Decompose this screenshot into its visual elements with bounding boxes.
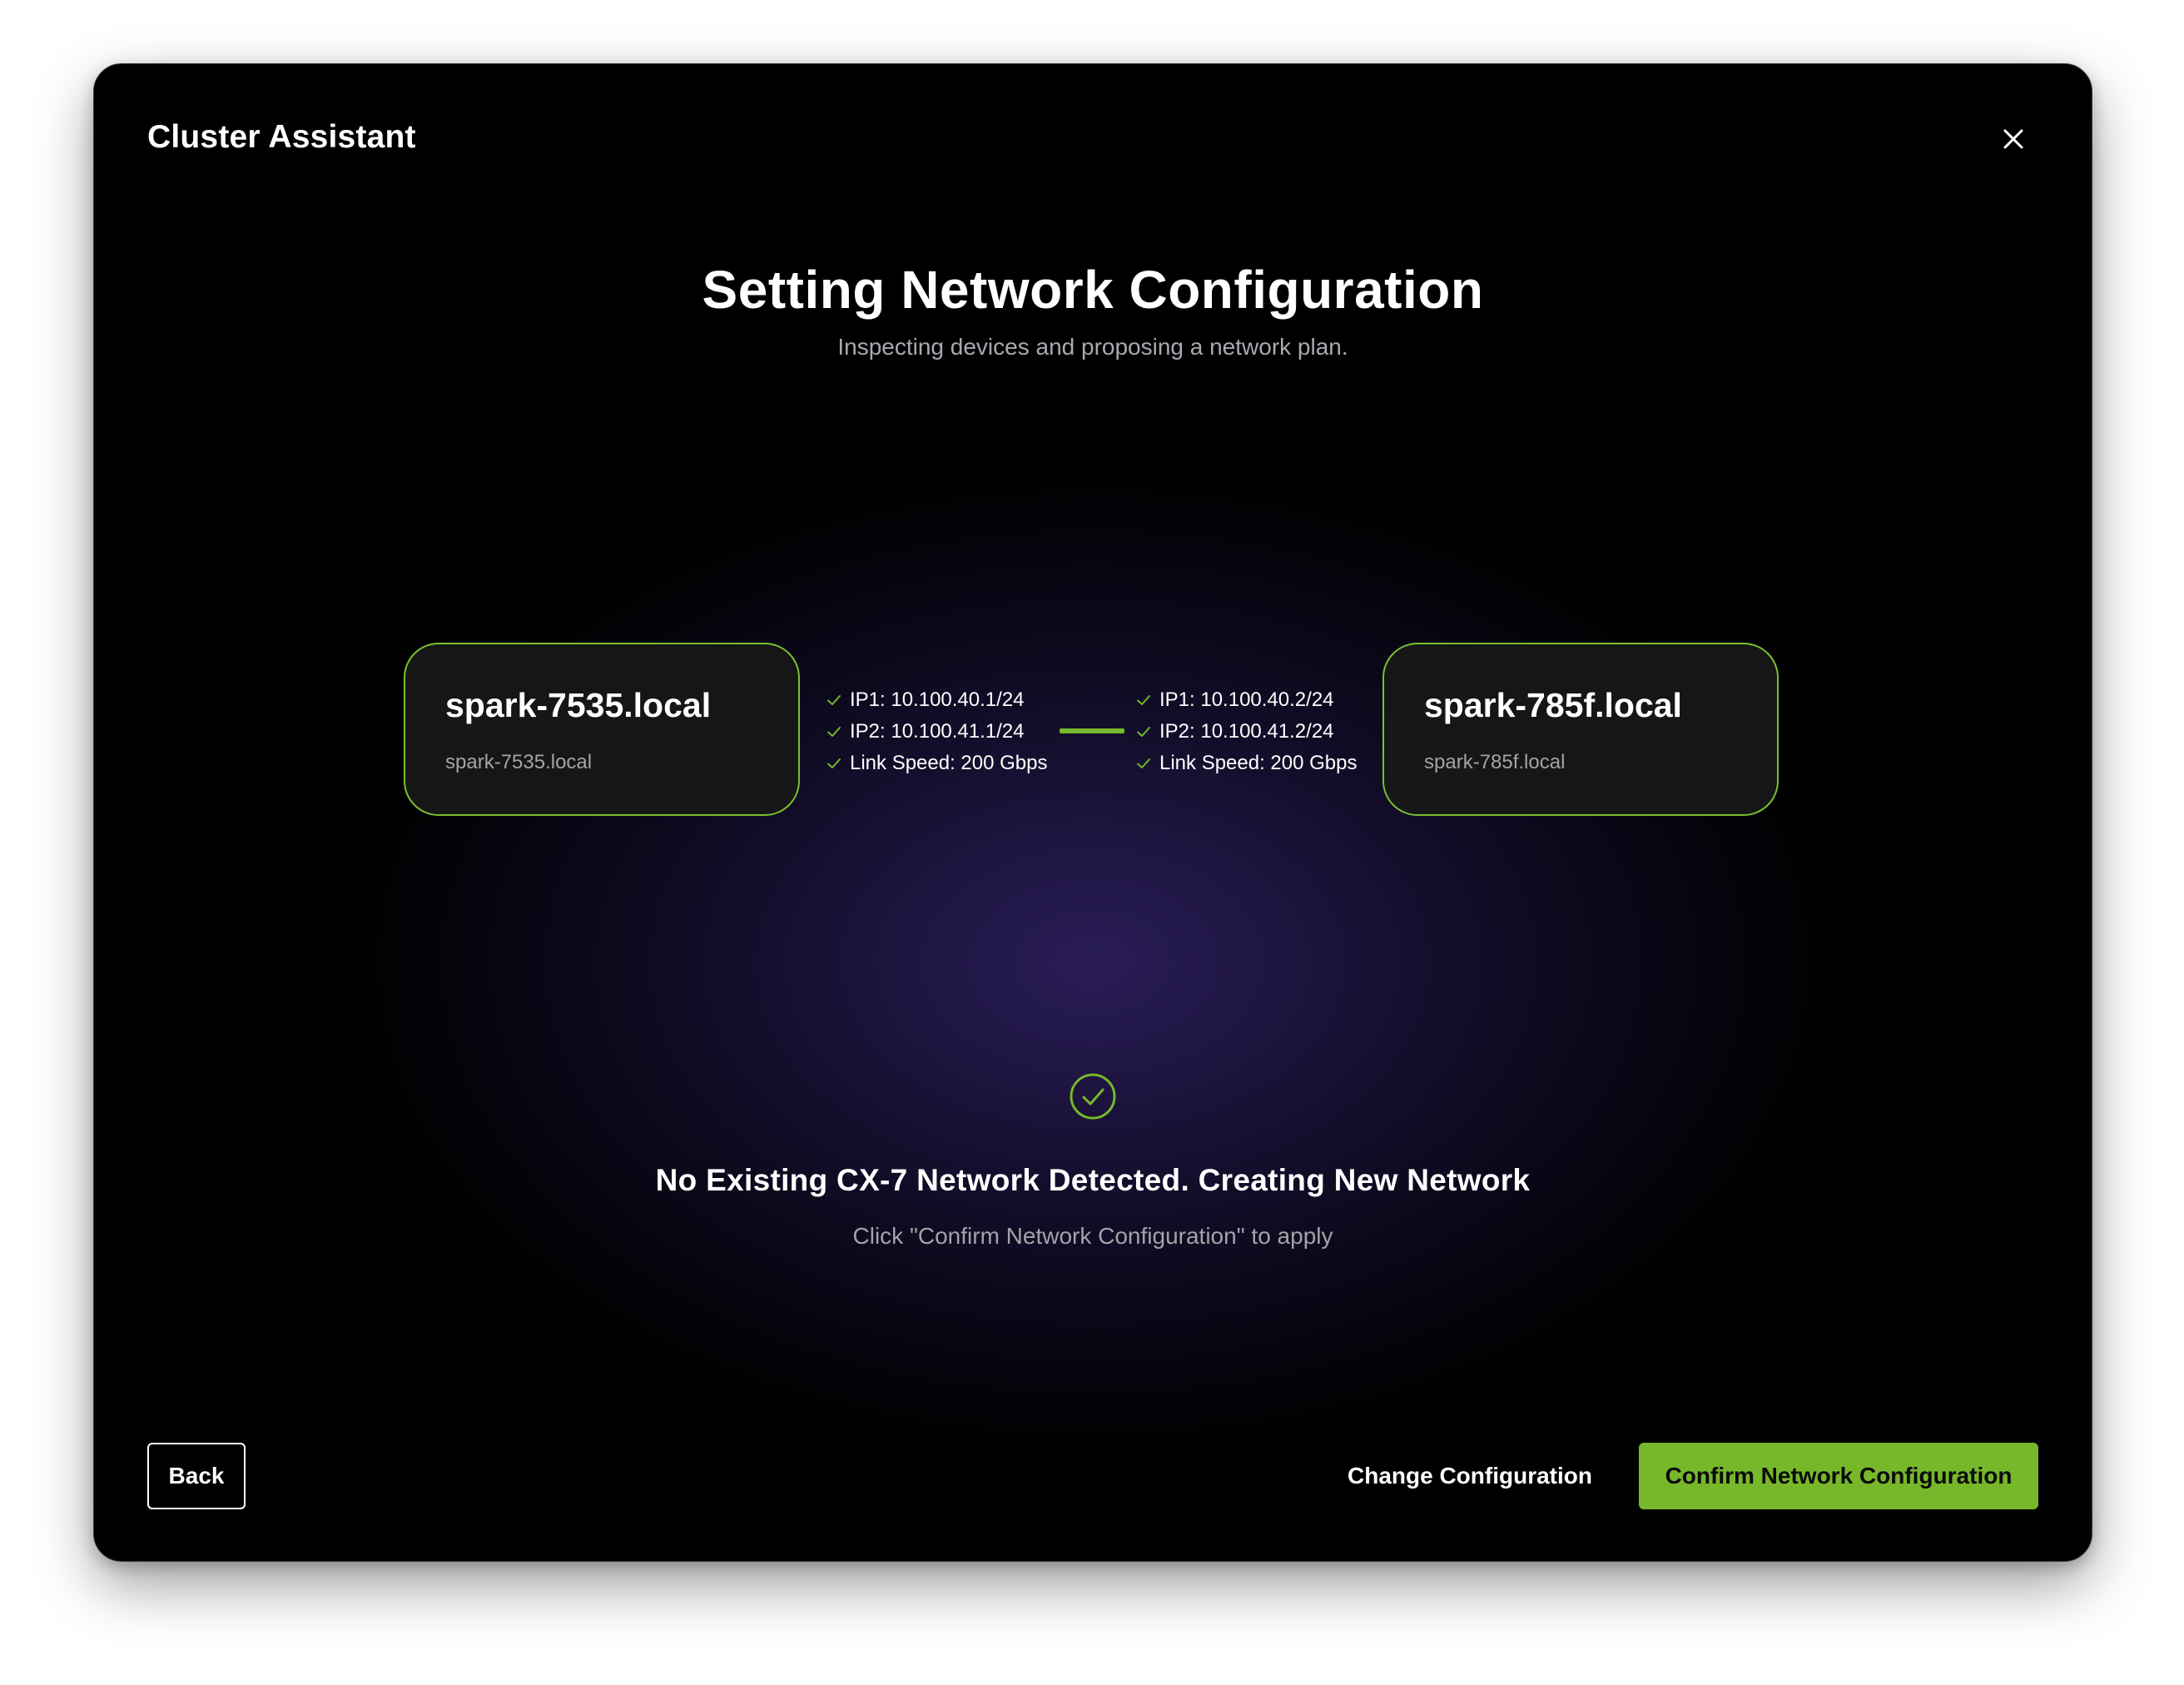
close-button[interactable] bbox=[1993, 119, 2033, 159]
check-icon bbox=[827, 727, 841, 737]
back-button[interactable]: Back bbox=[147, 1443, 246, 1509]
check-icon bbox=[1137, 727, 1150, 737]
check-icon bbox=[827, 695, 841, 705]
node-card-spark-785f: spark-785f.local spark-785f.local bbox=[1382, 643, 1779, 816]
node-spec-list: IP1: 10.100.40.2/24 IP2: 10.100.41.2/24 … bbox=[1134, 684, 1358, 779]
spec-item: Link Speed: 200 Gbps bbox=[1134, 748, 1358, 779]
spec-ip2: IP2: 10.100.41.1/24 bbox=[850, 720, 1025, 743]
page-subtitle: Inspecting devices and proposing a netwo… bbox=[837, 334, 1348, 360]
spec-ip1: IP1: 10.100.40.1/24 bbox=[850, 688, 1025, 711]
spec-link-speed: Link Speed: 200 Gbps bbox=[850, 752, 1048, 774]
node-spec-list: IP1: 10.100.40.1/24 IP2: 10.100.41.1/24 … bbox=[825, 684, 1048, 779]
node-hostname: spark-7535.local bbox=[445, 751, 593, 773]
spec-item: IP2: 10.100.41.2/24 bbox=[1134, 716, 1358, 748]
spec-item: IP1: 10.100.40.1/24 bbox=[825, 684, 1048, 716]
app-title: Cluster Assistant bbox=[147, 119, 416, 155]
status-title: No Existing CX-7 Network Detected. Creat… bbox=[655, 1163, 1531, 1197]
node-name: spark-7535.local bbox=[445, 686, 712, 724]
status-message: Click "Confirm Network Configuration" to… bbox=[852, 1223, 1333, 1249]
spec-ip2: IP2: 10.100.41.2/24 bbox=[1159, 720, 1334, 743]
check-icon bbox=[827, 758, 841, 768]
cluster-assistant-window: Cluster Assistant Setting Network Config… bbox=[93, 63, 2092, 1562]
network-link-line bbox=[1060, 728, 1124, 733]
change-configuration-button[interactable]: Change Configuration bbox=[1341, 1443, 1599, 1509]
spec-ip1: IP1: 10.100.40.2/24 bbox=[1159, 688, 1334, 711]
close-icon bbox=[2003, 129, 2023, 149]
check-icon bbox=[1137, 695, 1150, 705]
node-hostname: spark-785f.local bbox=[1424, 751, 1566, 773]
spec-item: Link Speed: 200 Gbps bbox=[825, 748, 1048, 779]
page-title: Setting Network Configuration bbox=[702, 260, 1484, 320]
check-circle-icon bbox=[1070, 1073, 1116, 1120]
spec-item: IP2: 10.100.41.1/24 bbox=[825, 716, 1048, 748]
spec-link-speed: Link Speed: 200 Gbps bbox=[1159, 752, 1358, 774]
confirm-network-configuration-button[interactable]: Confirm Network Configuration bbox=[1639, 1443, 2038, 1509]
node-name: spark-785f.local bbox=[1424, 686, 1682, 724]
check-icon bbox=[1137, 758, 1150, 768]
node-card-spark-7535: spark-7535.local spark-7535.local bbox=[404, 643, 800, 816]
spec-item: IP1: 10.100.40.2/24 bbox=[1134, 684, 1358, 716]
